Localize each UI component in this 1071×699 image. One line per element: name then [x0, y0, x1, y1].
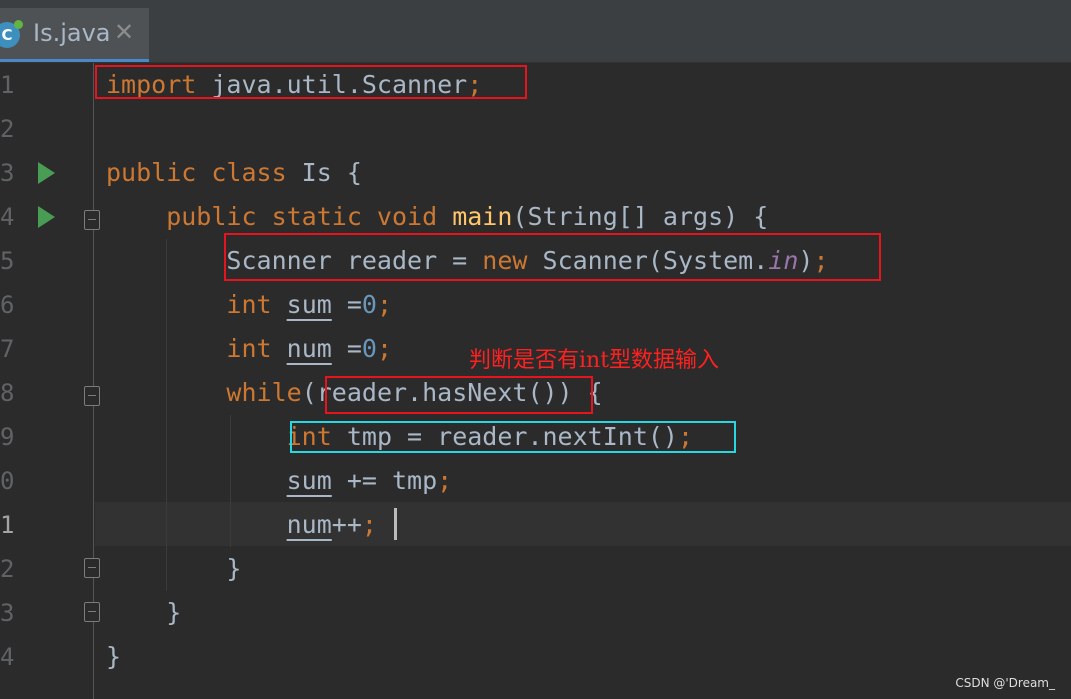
code-token: ; [437, 466, 453, 495]
line-number: 3 [0, 159, 15, 187]
line-number: 2 [0, 115, 15, 143]
code-line[interactable]: int num =0; [106, 327, 392, 371]
code-token: main [452, 202, 513, 231]
close-icon[interactable]: ✕ [114, 18, 134, 46]
code-editor[interactable]: 12345678901234 import java.util.Scanner;… [0, 63, 1071, 699]
tab-title: Is.java [33, 19, 111, 47]
file-tab[interactable]: C Is.java ✕ [0, 8, 149, 62]
line-number: 8 [0, 379, 15, 407]
code-token: ; [376, 290, 393, 319]
code-token: } [106, 554, 242, 583]
code-token: } [106, 598, 182, 627]
line-number: 1 [0, 511, 15, 539]
code-token: int [226, 290, 287, 319]
code-token: 0 [361, 290, 377, 319]
code-line[interactable]: int sum =0; [106, 283, 392, 327]
highlight-scanner [224, 233, 881, 281]
text-caret [394, 508, 397, 540]
line-number: 4 [0, 203, 15, 231]
code-line[interactable]: num++; [106, 503, 377, 547]
code-token: } [106, 642, 122, 671]
run-badge-icon [14, 20, 23, 29]
editor-tab-bar: C Is.java ✕ [0, 0, 1071, 63]
line-number: 9 [0, 423, 15, 451]
line-number: 1 [0, 71, 15, 99]
fold-marker-icon[interactable] [84, 558, 100, 578]
code-token: int [226, 334, 287, 363]
line-number: 2 [0, 555, 15, 583]
code-token: public class [106, 158, 302, 187]
line-number: 6 [0, 291, 15, 319]
code-token: ; [376, 334, 393, 363]
code-token: ++ [331, 510, 362, 539]
code-token: = [331, 290, 362, 319]
highlight-hasnext [325, 376, 593, 414]
code-token: = [331, 334, 362, 363]
annotation-text: 判断是否有int型数据输入 [469, 348, 720, 373]
fold-marker-icon[interactable] [84, 386, 100, 406]
code-token: (String[] args) { [512, 202, 769, 231]
line-number: 7 [0, 335, 15, 363]
highlight-nextint [290, 421, 736, 453]
run-main-icon[interactable] [38, 206, 55, 228]
code-line[interactable]: sum += tmp; [106, 459, 453, 503]
code-token: Is { [301, 158, 362, 187]
code-token: num [286, 334, 332, 363]
code-token: ; [361, 510, 377, 539]
run-class-icon[interactable] [38, 162, 55, 184]
code-token: sum [286, 290, 332, 319]
line-number: 3 [0, 599, 15, 627]
code-token: num [286, 510, 332, 539]
code-line[interactable]: } [106, 591, 181, 635]
code-token: sum [286, 466, 332, 495]
code-line[interactable]: public class Is { [106, 151, 362, 195]
line-number: 5 [0, 247, 15, 275]
code-line[interactable]: } [106, 635, 121, 679]
code-token: while [226, 378, 302, 407]
highlight-import [95, 65, 527, 99]
code-token: += tmp [331, 466, 438, 495]
line-number: 4 [0, 643, 15, 671]
watermark: CSDN @'Dream_ [955, 676, 1055, 690]
line-number: 0 [0, 467, 15, 495]
fold-marker-icon[interactable] [84, 210, 100, 230]
code-token: 0 [361, 334, 377, 363]
code-line[interactable]: } [106, 547, 241, 591]
fold-marker-icon[interactable] [84, 602, 100, 622]
code-token: public static void [106, 202, 453, 231]
